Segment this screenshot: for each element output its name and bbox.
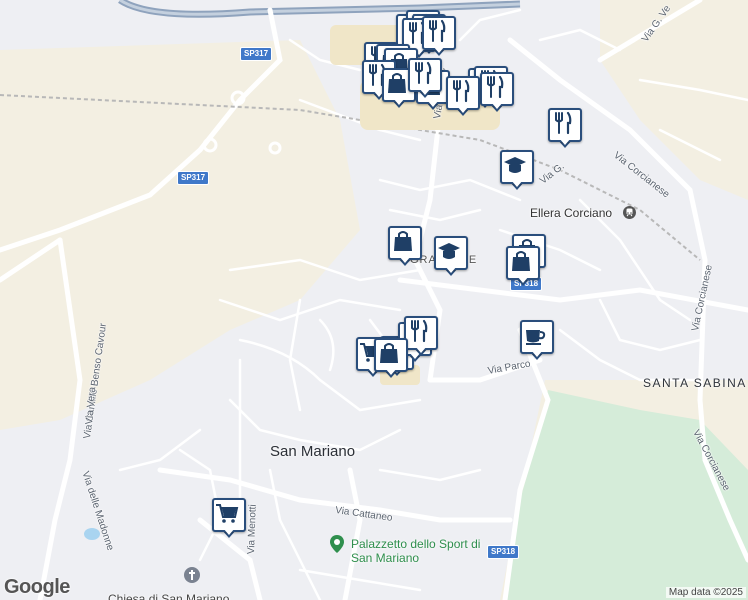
- map-marker[interactable]: [422, 16, 456, 60]
- location-pin-icon[interactable]: [330, 535, 344, 553]
- church-cross-icon[interactable]: [183, 566, 201, 584]
- map-marker[interactable]: [212, 498, 246, 542]
- map-marker[interactable]: [388, 226, 422, 270]
- google-logo: Google: [4, 576, 70, 598]
- map-marker[interactable]: [374, 338, 408, 382]
- poi-label[interactable]: Palazzetto dello Sport di San Mariano: [351, 537, 501, 565]
- road-shield: SP317: [177, 171, 210, 185]
- road-shield: SP317: [240, 47, 273, 61]
- map-marker[interactable]: [500, 150, 534, 194]
- map-marker[interactable]: [446, 76, 480, 120]
- map-marker[interactable]: [408, 58, 442, 102]
- train-station-icon[interactable]: [623, 206, 636, 219]
- map-marker[interactable]: [548, 108, 582, 152]
- map-marker[interactable]: [506, 246, 540, 290]
- map-marker[interactable]: [404, 316, 438, 360]
- map-attribution: Map data ©2025: [665, 587, 746, 598]
- map-marker[interactable]: [520, 320, 554, 364]
- map-canvas[interactable]: Via Corcianese Via Corcianese Via Corcia…: [0, 0, 748, 600]
- town-label[interactable]: San Mariano: [270, 443, 355, 460]
- map-marker[interactable]: [434, 236, 468, 280]
- map-marker[interactable]: [480, 72, 514, 116]
- district-label: SANTA SABINA: [643, 376, 747, 390]
- station-label[interactable]: Ellera Corciano: [530, 206, 612, 220]
- poi-label[interactable]: Chiesa di San Mariano: [108, 592, 229, 600]
- street-label: Via Menotti: [246, 504, 259, 555]
